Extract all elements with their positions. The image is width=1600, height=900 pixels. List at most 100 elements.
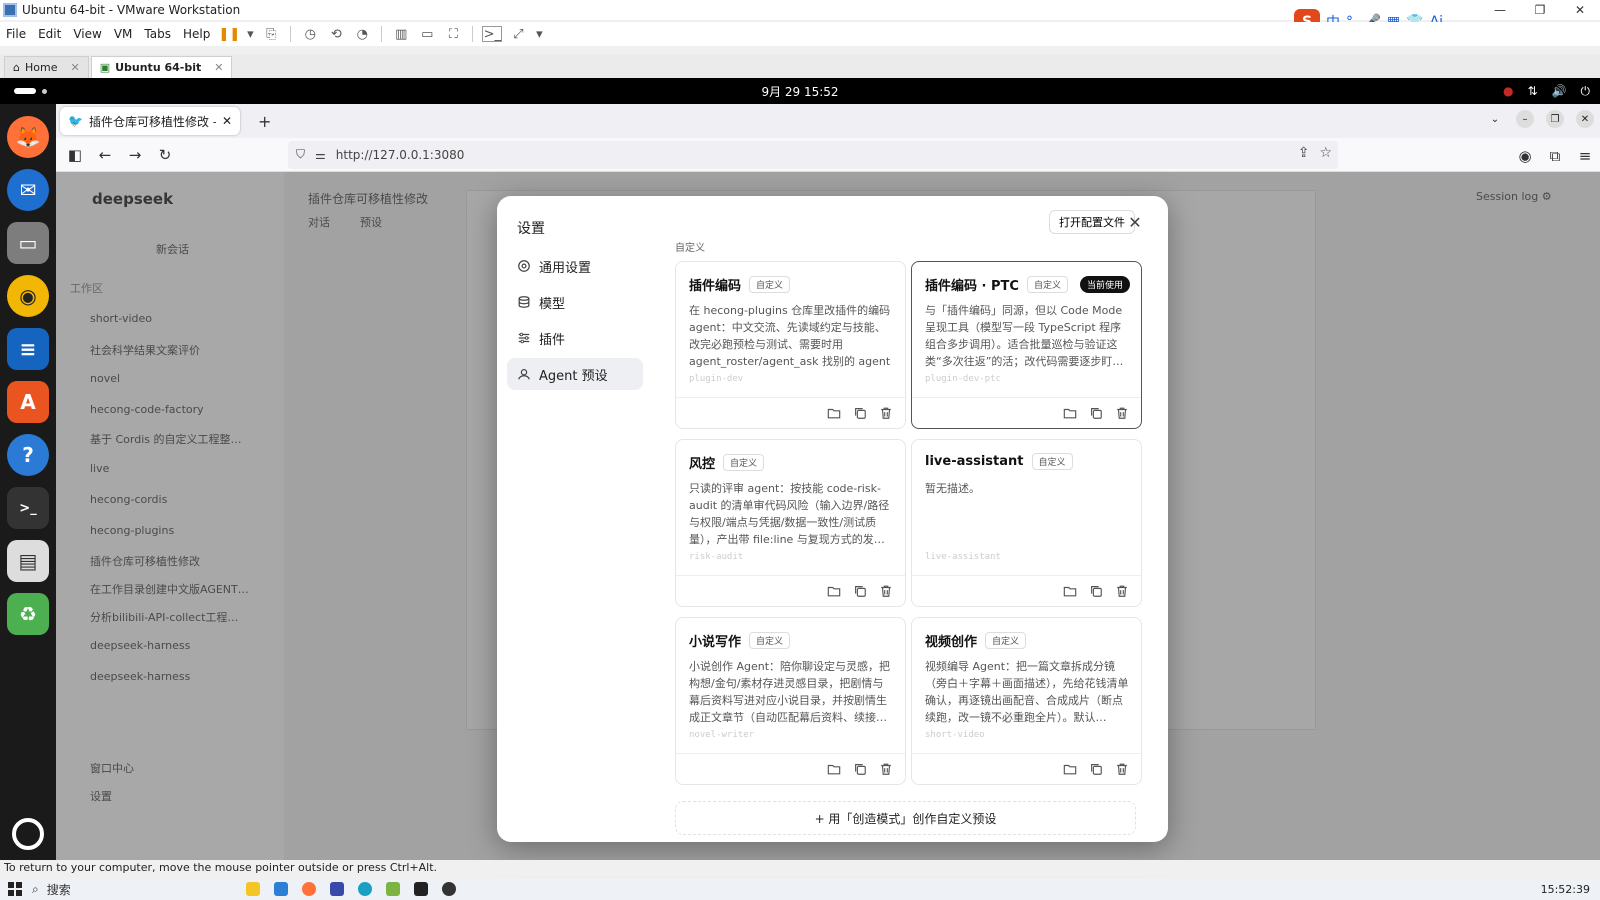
taskbar-clock[interactable]: 15:52:39 bbox=[1541, 883, 1590, 896]
folder-icon[interactable] bbox=[1063, 762, 1077, 776]
preset-card[interactable]: 小说写作 自定义 小说创作 Agent：陪你聊设定与灵感，把构想/金句/素材存进… bbox=[675, 617, 906, 785]
close-window-button[interactable]: ✕ bbox=[1560, 0, 1600, 20]
shield-icon[interactable]: ⛉ bbox=[296, 147, 305, 162]
thumbnail-icon[interactable]: ▭ bbox=[417, 26, 437, 42]
copy-icon[interactable] bbox=[1089, 762, 1103, 776]
vscode-icon[interactable] bbox=[274, 882, 288, 896]
app-icon[interactable] bbox=[442, 882, 456, 896]
writer-icon[interactable]: ≡ bbox=[7, 328, 49, 370]
nav-general-settings[interactable]: 通用设置 bbox=[507, 250, 643, 282]
app-icon[interactable] bbox=[330, 882, 344, 896]
share-icon[interactable]: ⇪ bbox=[1298, 145, 1310, 161]
forward-icon[interactable]: → bbox=[120, 141, 150, 169]
restore-button[interactable]: ❐ bbox=[1546, 110, 1564, 128]
back-icon[interactable]: ← bbox=[90, 141, 120, 169]
new-tab-button[interactable]: + bbox=[258, 112, 271, 131]
preset-card[interactable]: 插件编码 · PTC 自定义 当前使用 与「插件编码」同源，但以 Code Mo… bbox=[911, 261, 1142, 429]
files-icon[interactable]: ▭ bbox=[7, 222, 49, 264]
reload-icon[interactable]: ↻ bbox=[150, 141, 180, 169]
preset-card[interactable]: 插件编码 自定义 在 hecong-plugins 仓库里改插件的编码 agen… bbox=[675, 261, 906, 429]
activities-indicator[interactable] bbox=[14, 88, 36, 94]
tab-ubuntu[interactable]: ▣ Ubuntu 64-bit ✕ bbox=[90, 56, 233, 78]
folder-icon[interactable] bbox=[1063, 584, 1077, 598]
copy-icon[interactable] bbox=[1089, 584, 1103, 598]
minimize-button[interactable]: – bbox=[1516, 110, 1534, 128]
pause-icon[interactable]: ❚❚ bbox=[218, 26, 240, 42]
network-icon[interactable]: ⇅ bbox=[1527, 84, 1537, 98]
menu-view[interactable]: View bbox=[67, 27, 107, 41]
software-icon[interactable]: A bbox=[7, 381, 49, 423]
edge-icon[interactable] bbox=[358, 882, 372, 896]
power-icon[interactable]: ⏻ bbox=[1581, 84, 1591, 99]
permissions-icon[interactable]: ⚌ bbox=[315, 148, 326, 162]
vmware-icon[interactable] bbox=[386, 882, 400, 896]
nav-plugins[interactable]: 插件 bbox=[507, 322, 643, 354]
trash-icon[interactable] bbox=[1115, 406, 1129, 420]
tab-home[interactable]: ⌂ Home ✕ bbox=[4, 56, 89, 78]
copy-icon[interactable] bbox=[853, 406, 867, 420]
nav-model[interactable]: 模型 bbox=[507, 286, 643, 318]
menu-edit[interactable]: Edit bbox=[32, 27, 67, 41]
snapshot-manager-icon[interactable]: ◔ bbox=[352, 26, 372, 42]
menu-file[interactable]: File bbox=[0, 27, 32, 41]
preset-card[interactable]: 风控 自定义 只读的评审 agent：按技能 code-risk-audit 的… bbox=[675, 439, 906, 607]
folder-icon[interactable] bbox=[827, 406, 841, 420]
file-explorer-icon[interactable] bbox=[246, 882, 260, 896]
menu-icon[interactable]: ≡ bbox=[1570, 142, 1600, 170]
rhythmbox-icon[interactable]: ◉ bbox=[7, 275, 49, 317]
firefox-icon[interactable]: 🦊 bbox=[7, 116, 49, 158]
trash-icon[interactable] bbox=[1115, 584, 1129, 598]
url-bar[interactable]: ⛉ ⚌ http://127.0.0.1:3080 ⇪ ☆ bbox=[288, 140, 1338, 169]
close-window-button[interactable]: ✕ bbox=[1576, 110, 1594, 128]
volume-icon[interactable]: 🔊 bbox=[1552, 84, 1567, 98]
clock[interactable]: 9月 29 15:52 bbox=[761, 83, 838, 100]
create-preset-button[interactable]: + 用「创造模式」创作自定义预设 bbox=[675, 801, 1136, 835]
account-icon[interactable]: ◉ bbox=[1510, 142, 1540, 170]
send-ctrl-alt-del-icon[interactable]: ⎘ bbox=[261, 26, 281, 42]
stretch-icon[interactable]: ⤢ bbox=[508, 26, 528, 42]
fullscreen-icon[interactable]: ⛶ bbox=[443, 26, 463, 42]
restore-button[interactable]: ❐ bbox=[1520, 0, 1560, 20]
copy-icon[interactable] bbox=[853, 584, 867, 598]
snapshot-icon[interactable]: ◷ bbox=[300, 26, 320, 42]
folder-icon[interactable] bbox=[827, 584, 841, 598]
close-icon[interactable]: ✕ bbox=[1125, 212, 1145, 232]
close-icon[interactable]: ✕ bbox=[214, 61, 223, 74]
nav-agent-presets[interactable]: Agent 预设 bbox=[507, 358, 643, 390]
terminal-icon[interactable]: >_ bbox=[7, 487, 49, 529]
extensions-icon[interactable]: ⧉ bbox=[1540, 142, 1570, 170]
folder-icon[interactable] bbox=[1063, 406, 1077, 420]
taskbar-search[interactable]: ⌕ 搜索 bbox=[32, 881, 222, 898]
trash-icon[interactable] bbox=[879, 584, 893, 598]
preset-card[interactable]: 视频创作 自定义 视频编导 Agent：把一篇文章拆成分镜（旁白＋字幕＋画面描述… bbox=[911, 617, 1142, 785]
copy-icon[interactable] bbox=[853, 762, 867, 776]
trash-icon[interactable] bbox=[879, 762, 893, 776]
trash-icon[interactable] bbox=[879, 406, 893, 420]
open-config-button[interactable]: 打开配置文件 bbox=[1049, 210, 1135, 234]
menu-help[interactable]: Help bbox=[177, 27, 216, 41]
terminal-icon[interactable] bbox=[414, 882, 428, 896]
chevron-down-icon[interactable]: ▾ bbox=[534, 26, 544, 42]
text-editor-icon[interactable]: ▤ bbox=[7, 540, 49, 582]
browser-tab[interactable]: 🐦 插件仓库可移植性修改 — ✕ bbox=[60, 107, 240, 135]
windows-start-icon[interactable] bbox=[8, 882, 22, 896]
close-icon[interactable]: ✕ bbox=[222, 114, 232, 128]
recording-icon[interactable]: ● bbox=[1503, 84, 1513, 98]
bookmark-star-icon[interactable]: ☆ bbox=[1319, 145, 1332, 161]
trash-icon[interactable] bbox=[1115, 762, 1129, 776]
preset-card[interactable]: live-assistant 自定义 暂无描述。 live-assistant bbox=[911, 439, 1142, 607]
menu-tabs[interactable]: Tabs bbox=[138, 27, 177, 41]
close-icon[interactable]: ✕ bbox=[70, 61, 79, 74]
sidebar-toggle-icon[interactable]: ◧ bbox=[60, 141, 90, 169]
tab-list-icon[interactable]: ⌄ bbox=[1486, 110, 1504, 128]
trash-icon[interactable]: ♻ bbox=[7, 593, 49, 635]
console-icon[interactable]: >_ bbox=[482, 26, 503, 42]
chevron-down-icon[interactable]: ▾ bbox=[245, 26, 255, 42]
copy-icon[interactable] bbox=[1089, 406, 1103, 420]
folder-icon[interactable] bbox=[827, 762, 841, 776]
app-grid-icon[interactable] bbox=[12, 818, 44, 850]
url-text[interactable]: http://127.0.0.1:3080 bbox=[336, 148, 465, 162]
minimize-button[interactable]: — bbox=[1480, 0, 1520, 20]
menu-vm[interactable]: VM bbox=[108, 27, 139, 41]
revert-snapshot-icon[interactable]: ⟲ bbox=[326, 26, 346, 42]
